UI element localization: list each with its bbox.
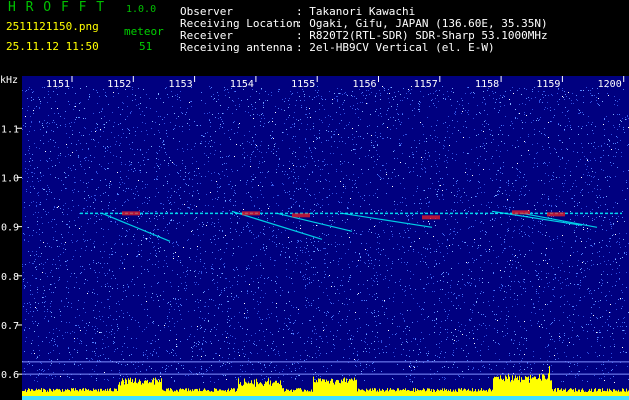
plot-background [22,76,629,400]
x-tick-label: 1158 [475,79,499,90]
x-tick-label: 1154 [230,79,254,90]
file-name: 2511121150.png [6,20,99,33]
x-tick-label: 1151 [46,79,70,90]
y-tick-label: 1.1 [1,124,19,135]
y-tick-label: 0.7 [1,321,19,332]
header-panel: H R O F F T 1.0.0 2511121150.png 25.11.1… [0,0,629,76]
x-tick-label: 1155 [291,79,315,90]
x-tick-label: 1153 [169,79,193,90]
y-tick-label: 0.8 [1,272,19,283]
meteor-hotspot [122,211,140,216]
meteor-count: 51 [139,40,153,53]
meteor-label: meteor [124,25,164,38]
x-tick-label: 1159 [536,79,560,90]
info-value-antenna: : 2el-HB9CV Vertical (el. E-W) [296,41,495,54]
meteor-hotspot [422,215,440,220]
y-tick-label: 1.0 [1,173,19,184]
x-tick-label: 1157 [414,79,438,90]
file-datetime: 25.11.12 11:50 [6,40,99,53]
spectrogram-plot: 1151 1152 1153 1154 1155 1156 1157 1158 1159 1200 [22,76,629,400]
x-tick-label: 1152 [107,79,131,90]
app-title: H R O F F T [8,0,106,15]
meteor-hotspot [292,213,310,218]
y-axis: 1.1 1.0 0.9 0.8 0.7 0.6 [1,124,22,381]
app-version: 1.0.0 [126,4,157,15]
y-tick-label: 0.9 [1,223,19,234]
x-tick-label: 1200 [598,79,622,90]
meteor-hotspot [242,211,260,216]
info-key-antenna: Receiving antenna [180,41,293,54]
y-tick-label: 0.6 [1,370,19,381]
x-tick-label: 1156 [352,79,376,90]
meteor-hotspot [547,212,565,217]
meteor-hotspot [512,210,530,215]
